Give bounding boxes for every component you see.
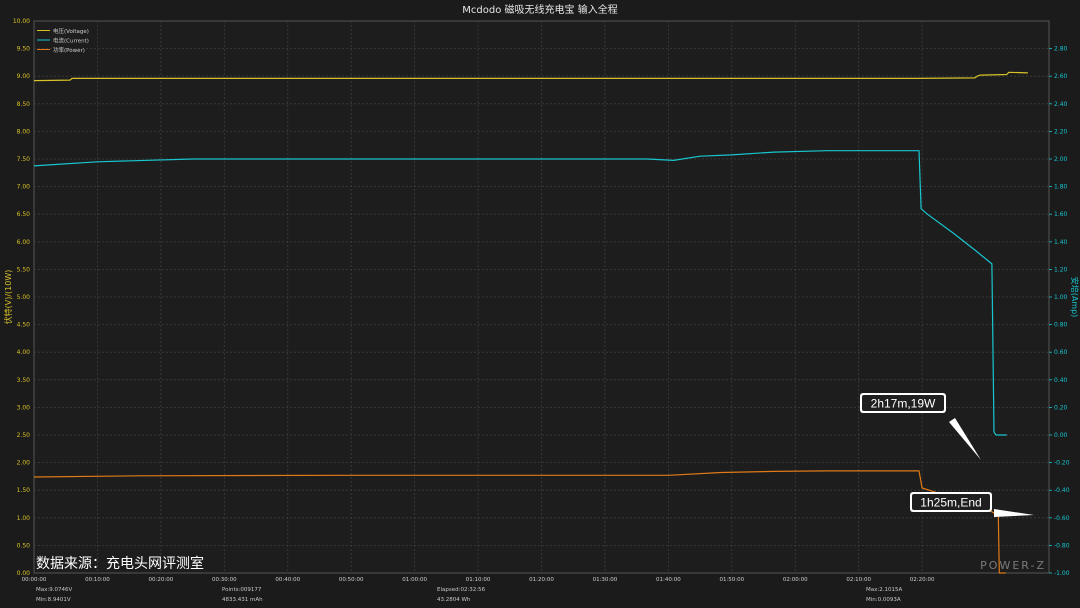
y-right-tick-label: 2.40 [1054,101,1068,108]
y-right-tick-label: 0.80 [1054,322,1068,329]
x-tick-label: 00:20:00 [149,577,174,583]
y-axis-label-left: 伏特(V)/(10W) [3,270,13,325]
x-tick-label: 01:10:00 [466,577,491,583]
y-right-tick-label: 0.00 [1054,432,1068,439]
y-left-tick-label: 9.50 [17,46,31,53]
y-right-tick-label: -0.60 [1054,515,1070,522]
x-tick-label: 01:40:00 [656,577,681,583]
y-left-tick-label: 4.50 [17,322,31,329]
x-tick-label: 02:00:00 [783,577,808,583]
y-right-tick-label: 1.00 [1054,294,1068,301]
y-left-tick-label: 3.50 [17,377,31,384]
x-tick-label: 01:50:00 [719,577,744,583]
y-left-tick-label: 8.00 [17,128,31,135]
y-right-tick-label: 1.20 [1054,266,1068,273]
y-left-tick-label: 7.00 [17,184,31,191]
y-right-tick-label: -1.00 [1054,570,1070,577]
x-tick-label: 00:50:00 [339,577,364,583]
y-right-tick-label: 2.20 [1054,128,1068,135]
chart: 0.00 0.50 1.00 1.50 2.00 2.50 3.00 3.50 4.00 4.50… [0,0,1080,608]
y-left-tick-label: 8.50 [17,101,31,108]
x-tick-label: 00:10:00 [85,577,110,583]
annotation-text-1: 2h17m,19W [871,397,936,411]
legend-label-power: 功率(Power) [53,46,85,54]
x-tick-label: 01:20:00 [529,577,554,583]
y-right-tick-label: 0.40 [1054,377,1068,384]
y-left-tick-label: 6.00 [17,239,31,246]
y-right-tick-label: 0.20 [1054,404,1068,411]
y-right-tick-label: 2.00 [1054,156,1068,163]
y-left-tick-label: 1.50 [17,487,31,494]
y-left-tick-label: 1.00 [17,515,31,522]
x-tick-label: 02:10:00 [846,577,871,583]
stat-min-voltage: Min:8.9401V [36,597,71,603]
y-right-tick-label: 1.80 [1054,184,1068,191]
y-left-tick-label: 2.00 [17,460,31,467]
y-left-tick-label: 10.00 [13,18,30,25]
y-right-tick-label: 0.60 [1054,349,1068,356]
y-right-tick-label: -0.40 [1054,487,1070,494]
watermark: 数据来源：充电头网评测室 [36,555,204,572]
y-right-tick-label: 2.80 [1054,46,1068,53]
x-tick-label: 00:30:00 [212,577,237,583]
stat-points: Points:009177 [222,587,262,593]
brand-logo: POWER-Z [980,559,1046,572]
x-tick-label: 02:20:00 [910,577,935,583]
stat-energy-wh: 43.2804 Wh [437,597,471,603]
y-left-tick-label: 9.00 [17,73,31,80]
y-left-tick-label: 3.00 [17,404,31,411]
stat-elapsed: Elapsed:02:32:56 [437,587,486,593]
y-right-tick-label: 1.60 [1054,211,1068,218]
x-tick-label: 01:30:00 [593,577,618,583]
x-tick-label: 01:00:00 [402,577,427,583]
y-left-tick-label: 6.50 [17,211,31,218]
annotation-text-2: 1h25m,End [920,496,981,510]
y-left-tick-label: 7.50 [17,156,31,163]
y-left-tick-label: 0.00 [17,570,31,577]
x-tick-label: 00:00:00 [22,577,47,583]
legend-label-current: 电流(Current) [53,37,89,45]
y-left-tick-label: 5.00 [17,294,31,301]
y-left-tick-label: 5.50 [17,266,31,273]
y-right-tick-label: -0.20 [1054,460,1070,467]
y-right-tick-label: 1.40 [1054,239,1068,246]
y-right-tick-label: -0.80 [1054,542,1070,549]
y-right-tick-label: 2.60 [1054,73,1068,80]
y-left-tick-label: 4.00 [17,349,31,356]
y-left-tick-label: 0.50 [17,542,31,549]
stat-capacity-mah: 4833.431 mAh [222,597,263,603]
legend-label-voltage: 电压(Voltage) [53,27,89,35]
stat-max-current: Max:2.1015A [866,587,903,593]
stat-min-current: Min:0.0093A [866,597,901,603]
stat-max-voltage: Max:9.0746V [36,587,73,593]
chart-title: Mcdodo 磁吸无线充电宝 输入全程 [462,3,617,16]
x-tick-label: 00:40:00 [275,577,300,583]
y-left-tick-label: 2.50 [17,432,31,439]
y-axis-label-right: 安培(Amp) [1070,277,1080,318]
